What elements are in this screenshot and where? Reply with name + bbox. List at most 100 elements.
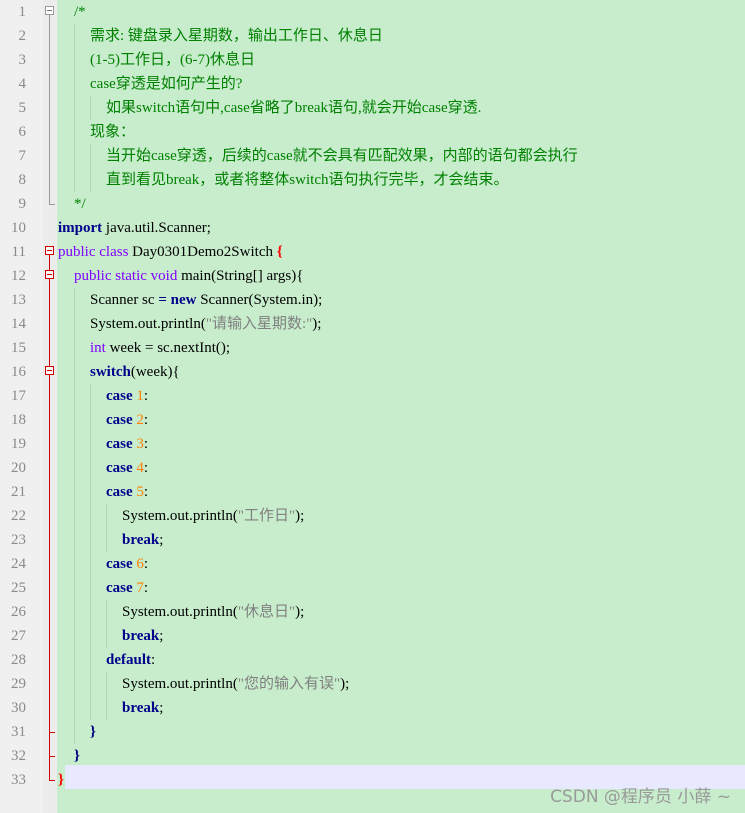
fold-collapse-icon[interactable] bbox=[45, 6, 54, 15]
code-line[interactable]: 当开始case穿透，后续的case就不会具有匹配效果，内部的语句都会执行 bbox=[106, 144, 578, 168]
keyword: break bbox=[122, 628, 160, 644]
code-line[interactable]: public class Day0301Demo2Switch { bbox=[58, 240, 283, 264]
keyword: switch bbox=[90, 364, 131, 380]
fold-collapse-icon[interactable] bbox=[45, 270, 54, 279]
keyword: case bbox=[106, 484, 133, 500]
code-text: ); bbox=[295, 508, 305, 524]
code-line[interactable]: break; bbox=[122, 624, 163, 648]
code-text: ; bbox=[159, 628, 164, 644]
code-line[interactable]: System.out.println("工作日"); bbox=[122, 504, 304, 528]
code-text: main(String[] args){ bbox=[177, 268, 304, 284]
line-number: 25 bbox=[11, 580, 26, 596]
code-text: : bbox=[143, 460, 149, 476]
code-line[interactable]: int week = sc.nextInt(); bbox=[90, 336, 230, 360]
code-line[interactable]: break; bbox=[122, 696, 163, 720]
code-line[interactable]: (1-5)工作日，(6-7)休息日 bbox=[90, 48, 255, 72]
watermark: CSDN @程序员 小薛 ~ bbox=[550, 787, 731, 807]
code-line[interactable]: import java.util.Scanner; bbox=[58, 216, 211, 240]
fold-collapse-icon[interactable] bbox=[45, 246, 54, 255]
line-number: 30 bbox=[11, 700, 26, 716]
line-number: 29 bbox=[11, 676, 26, 692]
fold-end-marker bbox=[49, 780, 55, 781]
line-number: 20 bbox=[11, 460, 26, 476]
line-number: 5 bbox=[18, 100, 27, 116]
line-number: 27 bbox=[11, 628, 26, 644]
code-line[interactable]: } bbox=[74, 744, 80, 768]
number-literal: 5 bbox=[132, 484, 144, 500]
code-text: System.out.println( bbox=[122, 604, 238, 620]
indent-guide bbox=[90, 384, 91, 720]
number-literal: 2 bbox=[132, 412, 144, 428]
code-line[interactable]: 直到看见break，或者将整体switch语句执行完毕，才会结束。 bbox=[106, 168, 508, 192]
line-number: 28 bbox=[11, 652, 26, 668]
line-number: 17 bbox=[11, 388, 26, 404]
code-line[interactable]: case 6: bbox=[106, 552, 148, 576]
code-line[interactable]: System.out.println("您的输入有误"); bbox=[122, 672, 349, 696]
code-text: Scanner sc bbox=[90, 292, 159, 308]
line-number: 13 bbox=[11, 292, 26, 308]
code-line[interactable]: Scanner sc = new Scanner(System.in); bbox=[90, 288, 322, 312]
code-text: week = sc.nextInt(); bbox=[105, 340, 231, 356]
line-number: 7 bbox=[18, 148, 27, 164]
code-line[interactable]: 如果switch语句中,case省略了break语句,就会开始case穿透. bbox=[106, 96, 481, 120]
code-line[interactable]: case 1: bbox=[106, 384, 148, 408]
line-number: 33 bbox=[11, 772, 26, 788]
keyword: new bbox=[170, 292, 197, 308]
fold-collapse-icon[interactable] bbox=[45, 366, 54, 375]
code-line[interactable]: public static void main(String[] args){ bbox=[74, 264, 303, 288]
operator: = bbox=[158, 292, 167, 308]
code-text: System.out.println( bbox=[90, 316, 206, 332]
keyword: case bbox=[106, 436, 133, 452]
code-line[interactable]: case穿透是如何产生的? bbox=[90, 72, 242, 96]
code-line[interactable]: default: bbox=[106, 648, 155, 672]
code-line[interactable]: case 4: bbox=[106, 456, 148, 480]
line-number: 23 bbox=[11, 532, 26, 548]
code-line[interactable]: } bbox=[90, 720, 96, 744]
code-editor[interactable]: 1 2 3 4 5 6 7 8 9 10 11 12 13 14 15 16 1… bbox=[0, 0, 745, 813]
line-number: 6 bbox=[18, 124, 27, 140]
line-number: 11 bbox=[11, 244, 26, 260]
code-text: (week){ bbox=[130, 364, 180, 380]
code-text: : bbox=[143, 412, 149, 428]
line-number: 21 bbox=[11, 484, 26, 500]
keyword: case bbox=[106, 580, 133, 596]
line-number: 24 bbox=[11, 556, 26, 572]
code-line[interactable]: /* bbox=[74, 0, 86, 24]
code-line[interactable]: case 5: bbox=[106, 480, 148, 504]
code-line[interactable]: System.out.println("请输入星期数:"); bbox=[90, 312, 321, 336]
code-text: ; bbox=[159, 700, 164, 716]
code-line[interactable]: break; bbox=[122, 528, 163, 552]
keyword: case bbox=[106, 556, 133, 572]
fold-end-marker bbox=[49, 204, 55, 205]
line-number: 12 bbox=[11, 268, 26, 284]
code-line[interactable]: } bbox=[58, 768, 64, 792]
line-number: 18 bbox=[11, 412, 26, 428]
keyword: case bbox=[106, 460, 133, 476]
class-name: Day0301Demo2Switch bbox=[128, 244, 277, 260]
code-text: ); bbox=[340, 676, 350, 692]
number-literal: 1 bbox=[132, 388, 144, 404]
code-text: System.out.println( bbox=[122, 508, 238, 524]
line-number: 3 bbox=[18, 52, 27, 68]
line-number: 15 bbox=[11, 340, 26, 356]
code-line[interactable]: 现象： bbox=[90, 120, 135, 144]
indent-guide bbox=[106, 504, 107, 552]
fold-range-line bbox=[49, 15, 50, 204]
code-text: ; bbox=[159, 532, 164, 548]
code-line[interactable]: case 2: bbox=[106, 408, 148, 432]
modifier: public static void bbox=[74, 268, 178, 284]
line-number: 1 bbox=[18, 4, 27, 20]
code-line[interactable]: */ bbox=[74, 192, 86, 216]
code-line[interactable]: case 7: bbox=[106, 576, 148, 600]
code-text: : bbox=[143, 556, 149, 572]
fold-end-marker bbox=[49, 732, 55, 733]
indent-guide bbox=[74, 24, 75, 192]
code-line[interactable]: System.out.println("休息日"); bbox=[122, 600, 304, 624]
code-text: Scanner(System.in); bbox=[196, 292, 323, 308]
line-number: 8 bbox=[18, 172, 27, 188]
code-line[interactable]: switch(week){ bbox=[90, 360, 180, 384]
number-literal: 4 bbox=[132, 460, 144, 476]
code-line[interactable]: case 3: bbox=[106, 432, 148, 456]
fold-range-line bbox=[49, 255, 50, 780]
code-line[interactable]: 需求: 键盘录入星期数，输出工作日、休息日 bbox=[90, 24, 383, 48]
